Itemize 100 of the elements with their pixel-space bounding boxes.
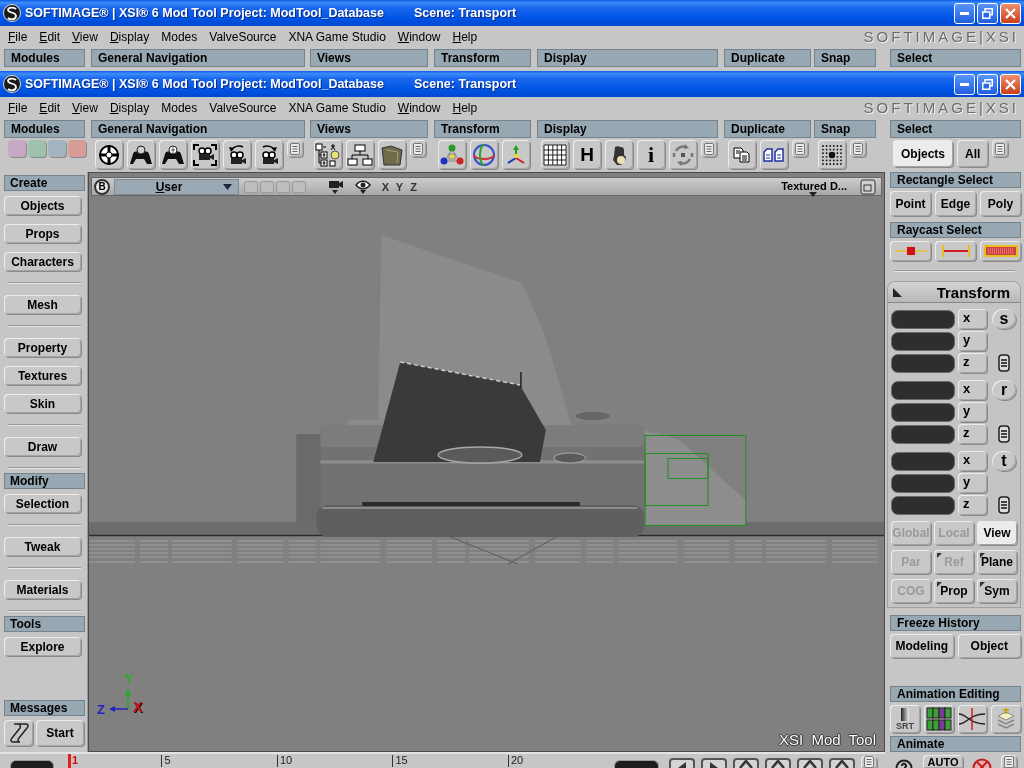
tool-button[interactable] [760,140,788,169]
raycast-edge-button[interactable] [935,241,976,261]
menu-item[interactable]: XNA Game Studio [283,28,391,45]
options-menu-button[interactable] [287,140,303,157]
menu-item[interactable]: View [67,99,103,116]
options-menu-button[interactable] [701,140,717,157]
value-field[interactable] [891,495,955,515]
options-menu-button[interactable] [792,140,808,157]
playback-button[interactable] [701,758,727,768]
display-mode-dropdown[interactable]: Textured D... [779,178,849,195]
timeline-ruler[interactable]: 1 5 10 15 20 [64,754,602,768]
tool-button[interactable] [818,140,846,169]
sidebar-button[interactable]: Draw [4,437,81,456]
stack-icon[interactable] [998,354,1010,372]
tool-button[interactable] [95,140,123,169]
view-toggle-button[interactable] [260,180,274,193]
menu-item[interactable]: Edit [34,99,66,116]
tool-button[interactable] [314,140,342,169]
tool-button[interactable] [438,140,466,169]
dopesheet-button[interactable] [923,705,954,733]
remove-key-button[interactable] [971,757,993,768]
transform-mode-button[interactable]: r [992,380,1016,400]
reference-mode-button[interactable]: Plane [977,550,1017,574]
axis-button[interactable]: y [958,331,987,351]
sidebar-button[interactable]: Tweak [4,537,81,556]
axis-button[interactable]: x [958,451,987,471]
axis-button[interactable]: x [958,309,987,329]
close-button[interactable] [1000,73,1021,95]
raycast-point-button[interactable] [890,241,931,261]
selection-filter-button[interactable]: Objects [893,140,953,167]
collapse-triangle-icon[interactable] [893,287,902,297]
sidebar-button[interactable]: Characters [4,252,81,271]
view-toggle-button[interactable] [276,180,290,193]
reference-mode-button[interactable]: View [977,521,1017,545]
tool-button[interactable] [223,140,251,169]
reference-mode-button[interactable]: Prop [934,579,974,603]
stack-icon[interactable] [998,425,1010,443]
menu-item[interactable]: XNA Game Studio [283,99,391,116]
minimize-button[interactable] [954,2,975,24]
raycast-polygon-button[interactable] [980,241,1021,261]
tool-button[interactable] [159,140,187,169]
axis-button[interactable]: y [958,473,987,493]
value-field[interactable] [891,424,955,444]
menu-item[interactable]: Edit [34,28,66,45]
component-select-button[interactable]: Edge [935,191,976,216]
sidebar-button[interactable]: Selection [4,494,81,513]
playback-button[interactable] [733,758,759,768]
menu-item[interactable]: Display [104,99,155,116]
menu-item[interactable]: Display [104,28,155,45]
view-toggle-button[interactable] [292,180,306,193]
tool-button[interactable] [346,140,374,169]
viewport-letter-button[interactable]: B [94,178,110,195]
value-field[interactable] [891,309,955,329]
menu-item[interactable]: Modes [156,99,203,116]
script-editor-button[interactable] [4,720,33,746]
tool-button[interactable] [255,140,283,169]
value-field[interactable] [891,331,955,351]
axis-button[interactable]: z [958,424,987,444]
value-field[interactable] [891,402,955,422]
minimize-button[interactable] [954,73,975,95]
sidebar-button[interactable]: Textures [4,366,81,385]
value-field[interactable] [891,451,955,471]
tool-button[interactable] [605,140,633,169]
axis-button[interactable]: x [958,380,987,400]
module-swatch-icon[interactable] [28,140,46,157]
playback-button[interactable] [829,758,855,768]
options-menu-button[interactable] [992,140,1009,157]
restore-button[interactable] [977,73,998,95]
playback-button[interactable] [669,758,695,768]
visibility-menu-button[interactable] [354,178,372,195]
tool-button[interactable] [127,140,155,169]
value-field[interactable] [891,473,955,493]
module-swatch-icon[interactable] [48,140,66,157]
menu-item[interactable]: Modes [156,28,203,45]
menu-item[interactable]: ValveSource [204,99,282,116]
menu-item[interactable]: ValveSource [204,28,282,45]
help-button[interactable] [893,757,915,768]
freeze-button[interactable]: Object [957,634,1021,658]
axis-toggle[interactable]: Y [394,179,405,194]
axis-button[interactable]: y [958,402,987,422]
component-select-button[interactable]: Point [890,191,931,216]
fcurve-button[interactable] [957,705,988,733]
transform-mode-button[interactable]: t [992,451,1016,471]
tool-button[interactable]: i [637,140,665,169]
view-toggle-button[interactable] [244,180,258,193]
auto-key-button[interactable]: AUTO [923,755,963,768]
tool-button[interactable] [541,140,569,169]
menu-item[interactable]: Help [447,99,483,116]
restore-button[interactable] [977,2,998,24]
camera-dropdown[interactable]: User [114,178,239,195]
sidebar-button[interactable]: Explore [4,637,81,656]
options-menu-button[interactable] [861,756,877,768]
stack-icon[interactable] [998,496,1010,514]
sidebar-button[interactable]: Skin [4,394,81,413]
component-select-button[interactable]: Poly [980,191,1021,216]
end-frame-field[interactable] [614,760,659,768]
value-field[interactable] [891,353,955,373]
axis-button[interactable]: z [958,353,987,373]
tool-button[interactable]: H [573,140,601,169]
sidebar-button[interactable]: Materials [4,580,81,599]
